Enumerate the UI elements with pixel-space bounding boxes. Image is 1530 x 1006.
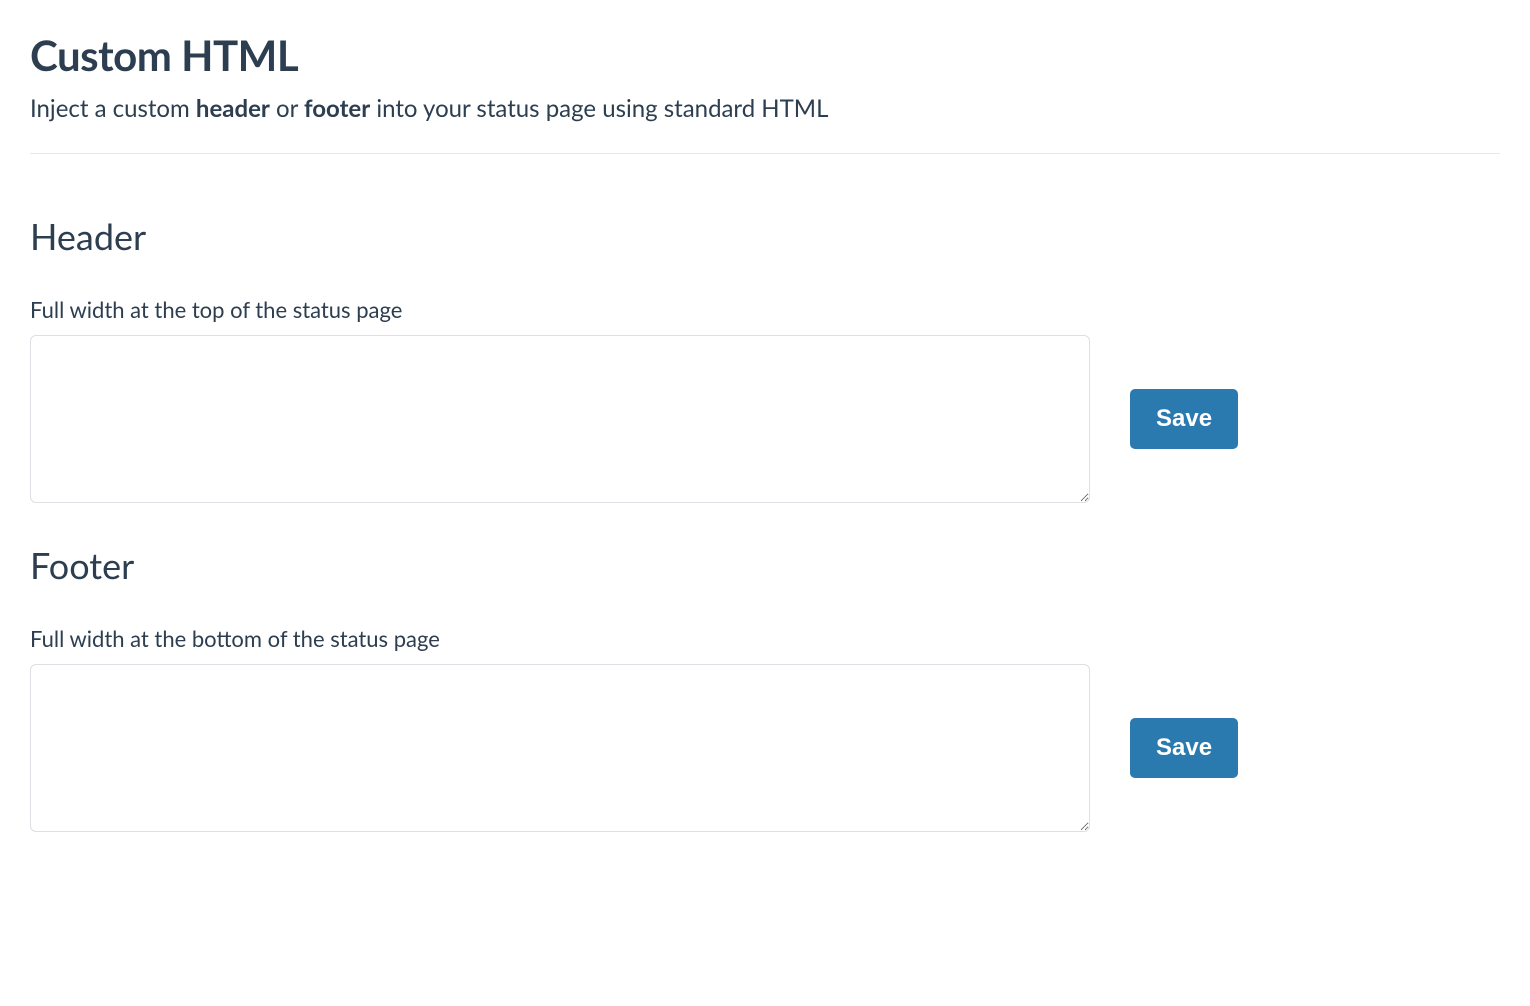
subtitle-bold-header: header (196, 94, 270, 123)
divider (30, 153, 1500, 154)
header-field-label: Full width at the top of the status page (30, 296, 1500, 323)
header-save-button[interactable]: Save (1130, 389, 1238, 449)
page-title: Custom HTML (30, 30, 1500, 80)
subtitle-prefix: Inject a custom (30, 94, 196, 123)
footer-save-button[interactable]: Save (1130, 718, 1238, 778)
header-heading: Header (30, 214, 1500, 258)
subtitle-mid: or (270, 94, 304, 123)
footer-section: Footer Full width at the bottom of the s… (30, 543, 1500, 832)
footer-heading: Footer (30, 543, 1500, 587)
header-section: Header Full width at the top of the stat… (30, 214, 1500, 503)
subtitle-bold-footer: footer (304, 94, 370, 123)
header-row: Save (30, 335, 1500, 503)
page-subtitle: Inject a custom header or footer into yo… (30, 94, 1500, 123)
footer-textarea[interactable] (30, 664, 1090, 832)
subtitle-suffix: into your status page using standard HTM… (370, 94, 828, 123)
header-textarea[interactable] (30, 335, 1090, 503)
footer-field-label: Full width at the bottom of the status p… (30, 625, 1500, 652)
footer-row: Save (30, 664, 1500, 832)
